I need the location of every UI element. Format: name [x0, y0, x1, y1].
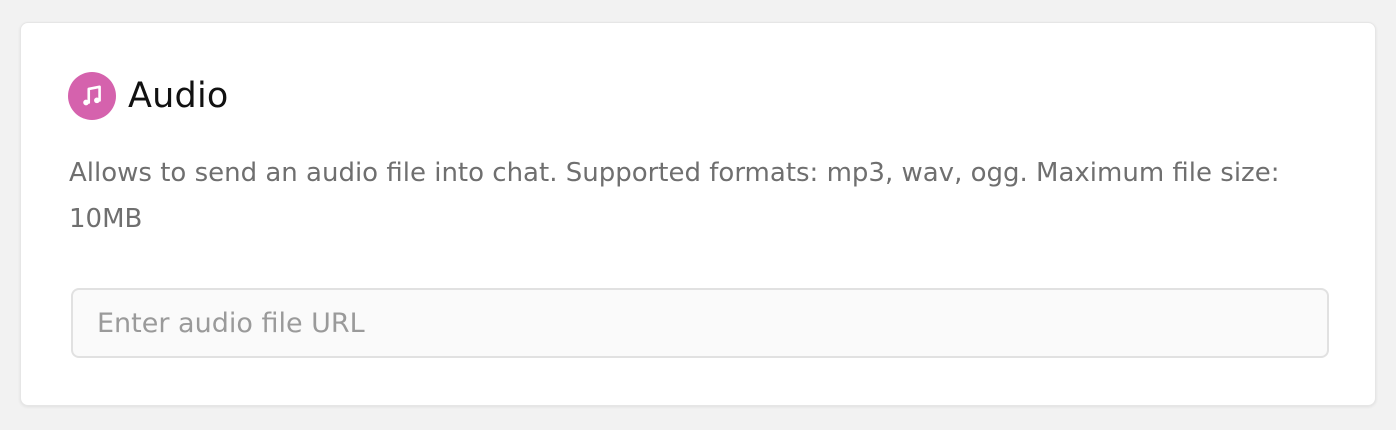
audio-widget-card: Audio Allows to send an audio file into …	[20, 22, 1376, 406]
widget-description: Allows to send an audio file into chat. …	[69, 158, 1280, 234]
audio-url-input[interactable]	[71, 288, 1329, 358]
music-note-icon	[68, 72, 116, 120]
widget-title: Audio	[128, 76, 229, 116]
widget-header: Audio	[68, 72, 228, 120]
